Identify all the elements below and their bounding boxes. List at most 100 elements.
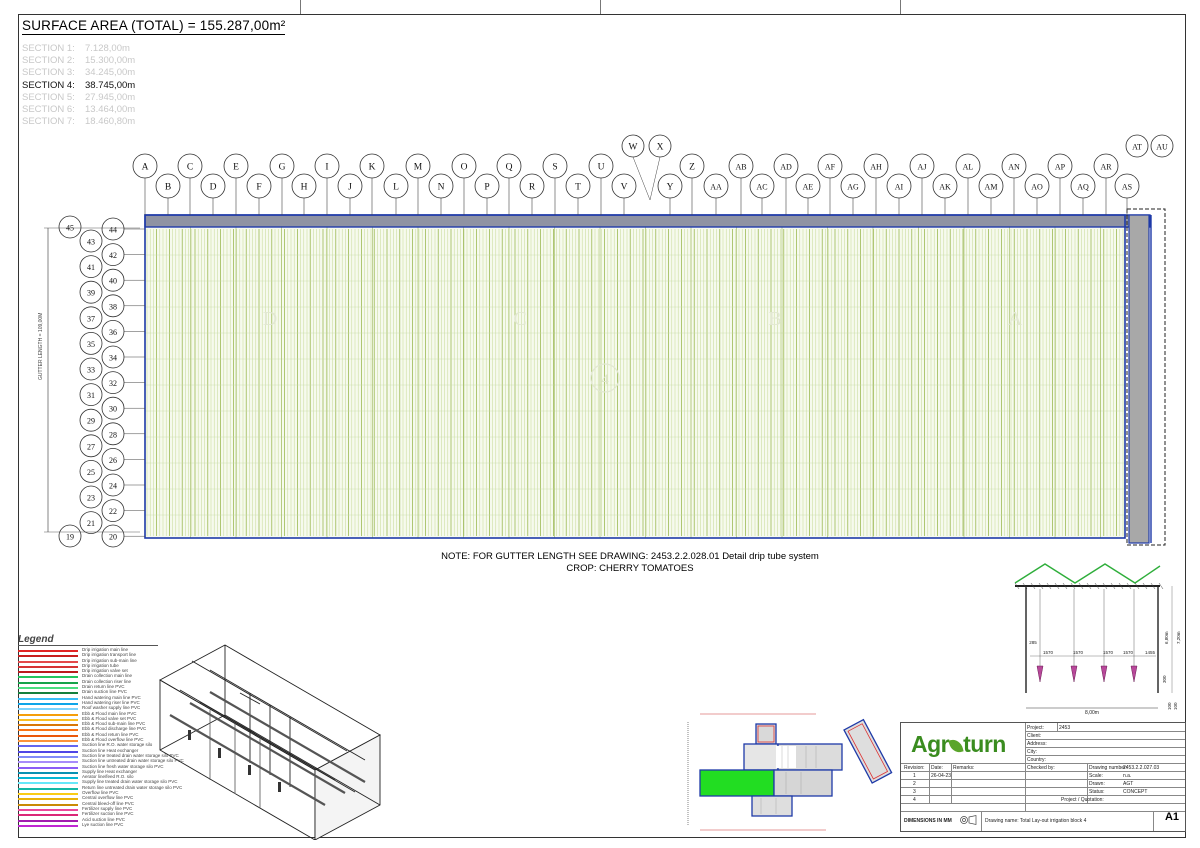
grid-bubble-label: 29 <box>87 417 95 426</box>
quotation-label: Project / Quotation: <box>1061 797 1104 803</box>
logo-text-start: Agr <box>911 731 950 757</box>
grid-bubble-label: AN <box>1008 163 1020 172</box>
grid-bubble-label: J <box>348 183 352 193</box>
dimensions-note: DIMENSIONS IN MM <box>904 818 952 824</box>
date-label: Date: <box>931 765 943 771</box>
note-gutter-reference: NOTE: FOR GUTTER LENGTH SEE DRAWING: 245… <box>441 551 819 562</box>
country-label: Country: <box>1027 757 1046 763</box>
sheet-size: A1 <box>1164 811 1179 823</box>
grid-bubble-label: AP <box>1055 163 1066 172</box>
status-label: Status: <box>1089 789 1105 795</box>
grid-bubble-label: 24 <box>109 482 117 491</box>
crop-plant <box>1070 665 1078 683</box>
grid-bubble-label: S <box>552 163 557 173</box>
revision-no: 1 <box>913 773 916 779</box>
total-width-label: 8,00m <box>1085 710 1099 716</box>
grid-bubble-label: AH <box>870 163 882 172</box>
grid-bubble-label: 34 <box>109 354 117 363</box>
legend-swatch <box>18 734 78 737</box>
revision-date: 26-04-23 <box>931 773 952 779</box>
dimension-label: 1570 <box>1043 650 1054 655</box>
grid-axis-line <box>649 156 661 201</box>
grid-bubble-label: 26 <box>109 456 117 465</box>
grid-bubble-label: L <box>393 183 399 193</box>
height-label: 7,20m <box>1176 631 1181 644</box>
grid-bubble-label: 27 <box>87 442 95 451</box>
grid-bubble-label: AR <box>1100 163 1112 172</box>
crop-plant <box>1130 665 1138 683</box>
legend-swatch <box>18 777 78 780</box>
legend-swatch <box>18 766 78 769</box>
grid-bubble-label: AE <box>803 183 814 192</box>
logo-text-end: turn <box>963 731 1006 757</box>
grid-bubble-label: AG <box>847 183 859 192</box>
grid-bubble-label: AD <box>780 163 792 172</box>
revision-no: 2 <box>913 781 916 787</box>
legend-swatch <box>18 724 78 727</box>
legend-swatch <box>18 650 78 652</box>
grid-bubble-label: AA <box>710 183 722 192</box>
grid-bubble-label: AL <box>963 163 974 172</box>
dimension-label: 1455 <box>1145 650 1156 655</box>
legend-swatch <box>18 798 78 801</box>
grid-bubble-label: AI <box>895 183 904 192</box>
grid-bubble-label: 43 <box>87 238 95 247</box>
legend-swatch <box>18 660 78 663</box>
dimension-label: 1570 <box>1073 650 1084 655</box>
field-letter: D <box>263 308 277 330</box>
greenhouse-layout-plan: D C B A4A C E G I K M O Q S U Z AB AD AF AH AJ AL AN AP ARB D F H J… <box>44 134 1174 548</box>
grid-bubble-label: O <box>461 163 468 173</box>
grid-bubble-label: 41 <box>87 263 95 272</box>
legend-swatch <box>18 729 78 732</box>
grid-bubble-label: M <box>414 163 423 173</box>
drawn-label: Drawn: <box>1089 781 1105 787</box>
legend-swatch <box>18 718 78 721</box>
grid-bubble-label: AM <box>985 183 998 192</box>
project-label: Project: <box>1027 725 1044 731</box>
grid-bubble-label: 30 <box>109 405 117 414</box>
legend-title: Legend <box>18 634 158 646</box>
legend-label: Lye suction line PVC <box>82 821 124 827</box>
grid-bubble-label: AC <box>756 183 767 192</box>
grid-bubble-label: 25 <box>87 468 95 477</box>
field-letter: C <box>513 308 526 330</box>
small-dimension-label: 100 <box>1167 702 1172 710</box>
revision-no: 3 <box>913 789 916 795</box>
legend-swatch <box>18 782 78 785</box>
grid-bubble-label: P <box>484 183 489 193</box>
projection-symbol-icon <box>960 815 977 825</box>
revision-no: 4 <box>913 797 916 803</box>
legend-swatch <box>18 803 78 806</box>
legend-swatch <box>18 740 78 743</box>
grid-bubble-label: F <box>256 183 261 193</box>
grid-bubble-label: AQ <box>1077 183 1089 192</box>
city-label: City: <box>1027 749 1037 755</box>
grid-bubble-label: R <box>529 183 536 193</box>
grid-bubble-label: H <box>301 183 308 193</box>
grid-bubble-label: 23 <box>87 494 95 503</box>
grid-bubble-label: 37 <box>87 314 95 323</box>
grid-bubble-label: 42 <box>109 251 117 260</box>
dimension-label: 1570 <box>1123 650 1134 655</box>
small-dimension-label: 300 <box>1162 675 1167 683</box>
grid-bubble-label: T <box>575 183 581 193</box>
grid-bubble-label: 38 <box>109 302 117 311</box>
legend-swatch <box>18 745 78 748</box>
height-label: 6,80m <box>1164 631 1169 644</box>
block-overview-map <box>687 713 893 831</box>
address-label: Address: <box>1027 741 1047 747</box>
legend-swatch <box>18 761 78 764</box>
grid-bubble-label: AK <box>939 183 951 192</box>
legend-swatch <box>18 702 78 705</box>
section-marker-number: 4 <box>601 372 609 388</box>
grid-axis-line <box>632 156 651 201</box>
grid-bubble-label: G <box>279 163 286 173</box>
legend-swatch <box>18 755 78 758</box>
grid-bubble-label: 35 <box>87 340 95 349</box>
small-dimension-label: 100 <box>1173 702 1178 710</box>
crop-plant <box>1100 665 1108 683</box>
legend-swatch <box>18 750 78 753</box>
grid-bubble-label: N <box>438 183 445 193</box>
grid-bubble-label: 36 <box>109 328 117 337</box>
roof-profile <box>1014 563 1161 584</box>
